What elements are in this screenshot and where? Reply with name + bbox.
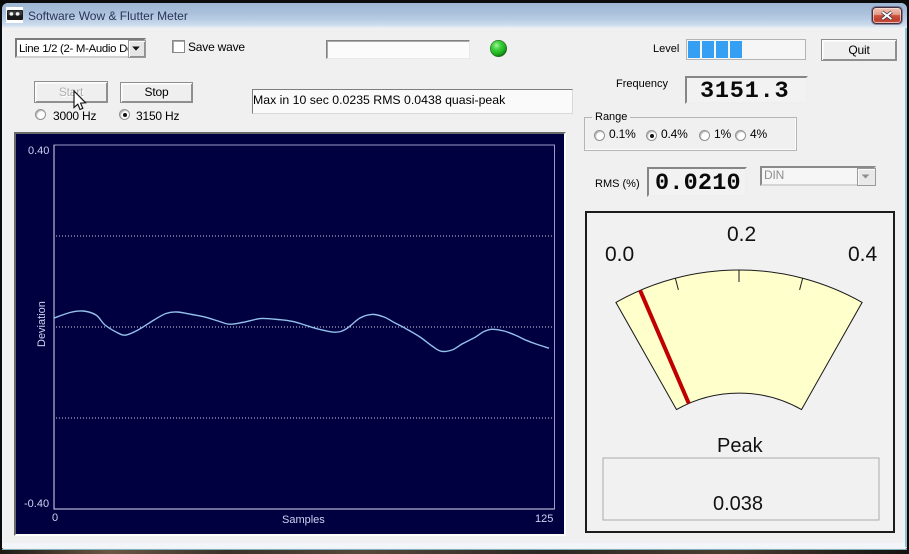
svg-text:Samples: Samples (282, 514, 325, 526)
svg-text:0: 0 (52, 512, 58, 524)
svg-text:0.40: 0.40 (28, 145, 49, 157)
svg-text:-0.40: -0.40 (24, 498, 49, 510)
svg-text:0.038: 0.038 (713, 493, 763, 515)
svg-text:Deviation: Deviation (36, 301, 48, 347)
svg-text:0.2: 0.2 (727, 223, 756, 246)
svg-text:125: 125 (535, 513, 553, 525)
svg-text:0.0: 0.0 (605, 243, 634, 266)
svg-text:0.4: 0.4 (848, 243, 878, 266)
svg-text:Peak: Peak (717, 435, 764, 457)
